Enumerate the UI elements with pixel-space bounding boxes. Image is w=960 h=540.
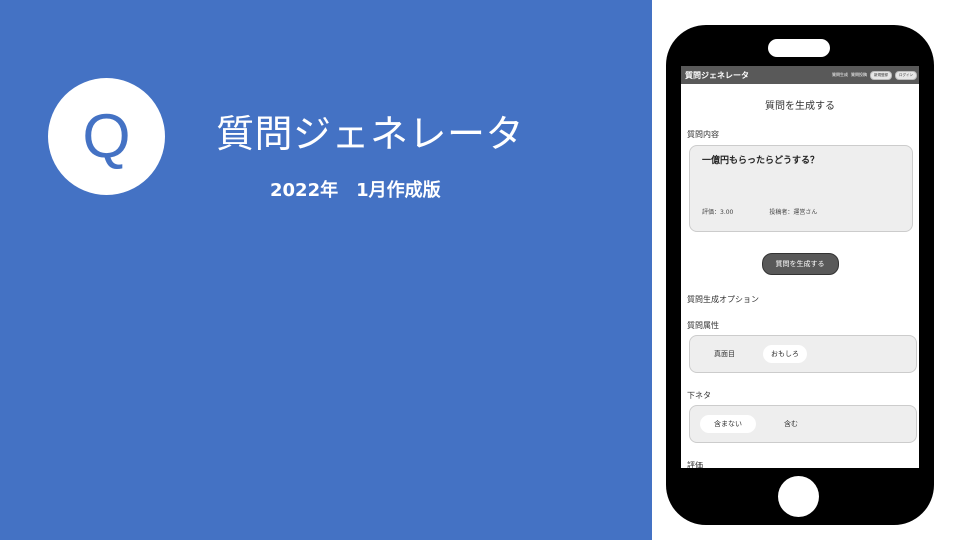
q-logo-letter: Q <box>82 101 131 171</box>
login-button[interactable]: ログイン <box>895 70 917 80</box>
options-heading: 質問生成オプション <box>687 295 759 304</box>
slide-subtitle: 2022年 1月作成版 <box>270 180 441 201</box>
question-poster: 投稿者：運営さん <box>769 209 818 216</box>
question-rating: 評価：3.00 <box>702 209 734 216</box>
question-content-label: 質問内容 <box>687 130 719 139</box>
shimoneta-selector: 含まない 含む <box>689 405 917 443</box>
shimoneta-label: 下ネタ <box>687 391 711 400</box>
shimoneta-option-include[interactable]: 含む <box>770 415 812 433</box>
attribute-option-funny[interactable]: おもしろ <box>763 345 807 363</box>
app-header-title[interactable]: 質問ジェネレータ <box>685 70 749 81</box>
q-logo-icon: Q <box>48 78 165 195</box>
question-text: 一億円もらったらどうする？ <box>702 156 820 166</box>
app-header: 質問ジェネレータ 質問生成 質問投稿 新規登録 ログイン <box>681 66 919 84</box>
attribute-label: 質問属性 <box>687 321 719 330</box>
phone-speaker <box>768 39 830 57</box>
shimoneta-option-exclude[interactable]: 含まない <box>700 415 756 433</box>
app-header-nav: 質問生成 質問投稿 新規登録 ログイン <box>832 66 917 84</box>
section-title: 質問を生成する <box>765 101 835 112</box>
phone-home-button <box>778 476 819 517</box>
phone-screen: 質問ジェネレータ 質問生成 質問投稿 新規登録 ログイン 質問を生成する 質問内… <box>681 66 919 468</box>
question-meta: 評価：3.00 投稿者：運営さん <box>702 207 817 216</box>
nav-post-link[interactable]: 質問投稿 <box>851 72 867 78</box>
generate-question-button[interactable]: 質問を生成する <box>761 253 839 275</box>
attribute-option-serious[interactable]: 真面目 <box>700 345 749 363</box>
rating-label: 評価 <box>687 461 703 468</box>
generate-button-wrap: 質問を生成する <box>681 251 919 275</box>
question-card: 一億円もらったらどうする？ 評価：3.00 投稿者：運営さん <box>689 145 913 232</box>
signup-button[interactable]: 新規登録 <box>870 70 892 80</box>
phone-mockup: 質問ジェネレータ 質問生成 質問投稿 新規登録 ログイン 質問を生成する 質問内… <box>666 25 934 525</box>
slide-title: 質問ジェネレータ <box>216 112 525 156</box>
title-panel: Q 質問ジェネレータ 2022年 1月作成版 <box>0 0 652 540</box>
nav-generate-link[interactable]: 質問生成 <box>832 72 848 78</box>
attribute-selector: 真面目 おもしろ <box>689 335 917 373</box>
